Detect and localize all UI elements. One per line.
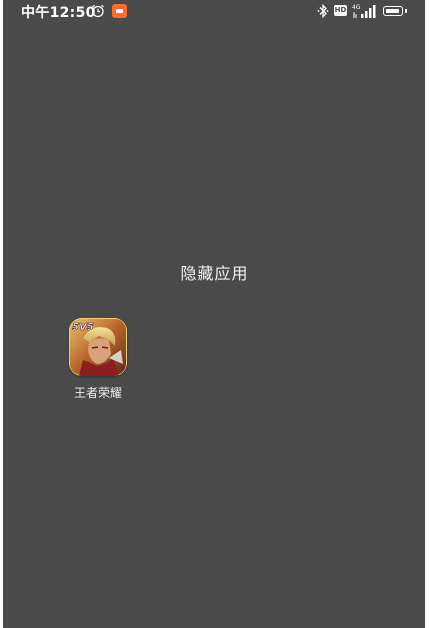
screen-record-icon [112, 4, 127, 18]
app-badge-5v5: 5V5 [72, 322, 94, 333]
battery-tip [405, 9, 407, 13]
hidden-apps-screen: 中午12:50 HD 4G 隐藏应用 5V5 王者荣耀 [0, 0, 429, 628]
screen-edge-right [425, 0, 429, 628]
screen-edge-left [0, 0, 3, 628]
network-type-label: 4G [352, 4, 361, 11]
battery-icon [383, 6, 403, 16]
app-label: 王者荣耀 [73, 386, 122, 400]
battery-level [385, 8, 399, 13]
status-bar: 中午12:50 HD 4G [0, 0, 429, 24]
app-item-wangzhe[interactable]: 5V5 王者荣耀 [62, 318, 134, 408]
alarm-icon [92, 4, 104, 18]
status-time: 中午12:50 [21, 5, 96, 21]
bluetooth-icon [317, 3, 329, 19]
signal-icon: 4G [352, 4, 376, 18]
hd-voice-icon: HD [334, 5, 347, 16]
page-title: 隐藏应用 [180, 264, 249, 283]
game-app-icon[interactable]: 5V5 [69, 318, 127, 376]
